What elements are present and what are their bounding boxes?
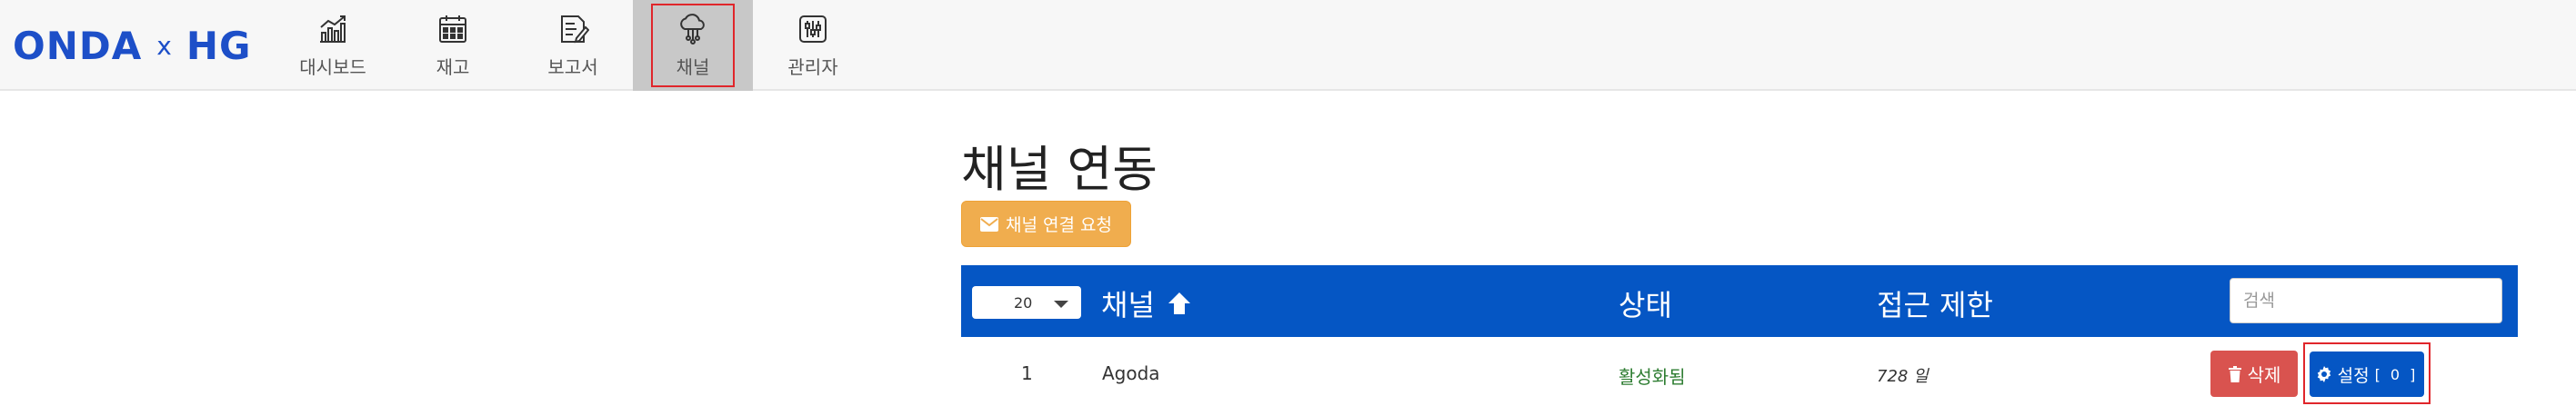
top-navigation-bar: ONDA x HG 대시보드 재고 보고서 채널 관리자 (0, 0, 2576, 91)
nav-label-reports: 보고서 (547, 55, 598, 78)
table-header: 20 채널 상태 접근 제한 (961, 265, 2518, 337)
channel-connect-request-button[interactable]: 채널 연결 요청 (961, 201, 1131, 247)
nav-item-admin[interactable]: 관리자 (753, 0, 873, 91)
page-size-select[interactable]: 20 (972, 286, 1081, 319)
nav-item-reports[interactable]: 보고서 (513, 0, 633, 91)
main-nav: 대시보드 재고 보고서 채널 관리자 (273, 0, 873, 91)
chart-icon (320, 15, 346, 43)
page-size-value: 20 (1014, 294, 1033, 312)
nav-label-inventory: 재고 (436, 55, 470, 78)
trash-icon (2228, 365, 2241, 382)
nav-label-dashboard: 대시보드 (299, 55, 366, 78)
settings-label: 설정 (2337, 365, 2370, 386)
column-header-access-limit[interactable]: 접근 제한 (1877, 282, 1993, 324)
channel-name: Agoda (1102, 362, 1160, 384)
search-input[interactable] (2230, 278, 2502, 323)
sort-arrow-up-icon (1168, 292, 1190, 314)
brand-logo[interactable]: ONDA x HG (13, 23, 252, 68)
status-text: 활성화됨 (1619, 366, 1686, 388)
cloud-network-icon (680, 13, 705, 45)
nav-item-inventory[interactable]: 재고 (393, 0, 513, 91)
brand-separator: x (156, 30, 172, 61)
column-header-status[interactable]: 상태 (1619, 282, 1672, 324)
row-number: 1 (1021, 362, 1033, 384)
settings-count: [ 0 ] (2374, 365, 2419, 383)
settings-highlight-box: 설정 [ 0 ] (2303, 342, 2431, 404)
page-title: 채널 연동 (961, 141, 1158, 198)
channel-connect-request-label: 채널 연결 요청 (1006, 215, 1112, 235)
nav-label-channel: 채널 (676, 55, 710, 78)
chevron-down-icon (1054, 301, 1068, 308)
table-row: 1 Agoda 활성화됨 728 일 삭제 설정 [ 0 ] (961, 342, 2518, 406)
column-header-channel-label: 채널 (1101, 288, 1155, 322)
calendar-icon (439, 15, 466, 43)
settings-button[interactable]: 설정 [ 0 ] (2310, 352, 2424, 397)
access-limit-text: 728 일 (1877, 367, 1929, 386)
delete-label: 삭제 (2247, 364, 2281, 386)
delete-button[interactable]: 삭제 (2210, 351, 2298, 397)
nav-highlight-box: 채널 (651, 4, 735, 87)
nav-label-admin: 관리자 (787, 55, 838, 78)
gear-icon (2317, 366, 2330, 382)
column-header-channel[interactable]: 채널 (1101, 282, 1193, 324)
report-edit-icon (561, 15, 589, 43)
brand-name-hg: HG (185, 23, 252, 68)
nav-item-dashboard[interactable]: 대시보드 (273, 0, 393, 91)
envelope-icon (980, 216, 999, 232)
brand-name-onda: ONDA (13, 23, 143, 68)
sliders-icon (799, 15, 827, 43)
nav-item-channel[interactable]: 채널 (633, 0, 753, 91)
